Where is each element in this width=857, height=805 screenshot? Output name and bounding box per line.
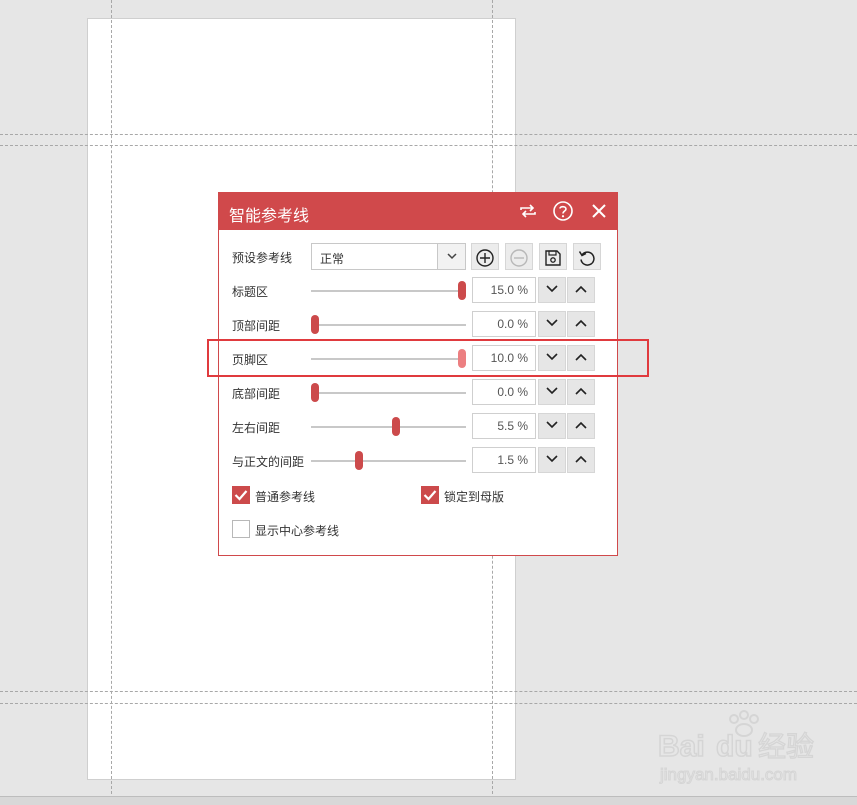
guide-title-top [0,134,857,135]
decrement-button[interactable] [538,311,566,337]
checkbox-icon[interactable] [232,486,250,504]
slider-thumb[interactable] [311,315,319,334]
normal-guides-checkbox[interactable]: 普通参考线 [232,486,342,506]
slider-thumb[interactable] [458,349,466,368]
increment-button[interactable] [567,345,595,371]
slider-track[interactable] [311,324,466,326]
slider-row-side-spacing: 左右间距 5.5 % [232,413,604,441]
close-icon[interactable] [588,200,610,222]
preset-selected: 正常 [320,252,345,266]
slider-label: 页脚区 [232,353,269,367]
increment-button[interactable] [567,311,595,337]
center-guides-checkbox[interactable]: 显示中心参考线 [232,520,362,540]
slider-thumb[interactable] [458,281,466,300]
svg-text:jingyan.baidu.com: jingyan.baidu.com [659,765,797,784]
slider-label: 顶部间距 [232,319,281,333]
svg-text:Bai: Bai [658,730,705,763]
decrement-button[interactable] [538,447,566,473]
increment-button[interactable] [567,277,595,303]
increment-button[interactable] [567,379,595,405]
value-input[interactable]: 5.5 % [472,413,536,439]
checkbox-label: 显示中心参考线 [255,524,340,538]
slider-thumb[interactable] [391,417,400,436]
guide-title-bottom [0,145,857,146]
slider-label: 标题区 [232,285,269,299]
svg-text:du: du [716,730,753,763]
slider-label: 底部间距 [232,387,281,401]
slider-row-footer-area: 页脚区 10.0 % [232,345,604,373]
preset-label: 预设参考线 [232,251,293,265]
slider-row-body-spacing: 与正文的间距 1.5 % [232,447,604,475]
slider-thumb[interactable] [355,451,364,470]
decrement-button[interactable] [538,379,566,405]
slider-track[interactable] [311,426,466,428]
checkbox-label: 普通参考线 [255,490,316,504]
decrement-button[interactable] [538,413,566,439]
preset-row: 预设参考线 正常 [232,243,604,271]
preset-dropdown[interactable]: 正常 [311,243,466,270]
checkbox-icon[interactable] [421,486,439,504]
smart-guides-dialog: 智能参考线 预设参考线 正常 标题区 15.0 % 顶部间距 0.0 % 页脚区… [218,192,618,556]
dialog-title: 智能参考线 [229,208,310,225]
slider-track[interactable] [311,358,466,360]
value-input[interactable]: 0.0 % [472,379,536,405]
checkbox-icon[interactable] [232,520,250,538]
decrement-button[interactable] [538,277,566,303]
checkbox-label: 锁定到母版 [444,490,505,504]
help-icon[interactable] [552,200,574,222]
sync-icon[interactable] [517,200,539,222]
dialog-titlebar: 智能参考线 [219,193,617,230]
slider-track[interactable] [311,290,466,292]
value-input[interactable]: 0.0 % [472,311,536,337]
remove-preset-button[interactable] [505,243,533,270]
value-input[interactable]: 15.0 % [472,277,536,303]
add-preset-button[interactable] [471,243,499,270]
save-icon[interactable] [539,243,567,270]
svg-text:经验: 经验 [758,730,814,763]
baidu-watermark-logo: Bai du 经验 jingyan.baidu.com [658,710,815,785]
slider-label: 左右间距 [232,421,281,435]
guide-left [111,0,112,804]
value-input[interactable]: 1.5 % [472,447,536,473]
slider-row-title-area: 标题区 15.0 % [232,277,604,305]
increment-button[interactable] [567,413,595,439]
lock-master-checkbox[interactable]: 锁定到母版 [421,486,531,506]
slider-label: 与正文的间距 [232,455,305,469]
value-input[interactable]: 10.0 % [472,345,536,371]
slider-track[interactable] [311,460,466,462]
guide-footer-bottom [0,703,857,704]
increment-button[interactable] [567,447,595,473]
chevron-down-icon[interactable] [437,244,465,269]
reset-icon[interactable] [573,243,601,270]
guide-footer-top [0,691,857,692]
slider-row-bottom-spacing: 底部间距 0.0 % [232,379,604,407]
slider-row-top-spacing: 顶部间距 0.0 % [232,311,604,339]
slider-track[interactable] [311,392,466,394]
slider-thumb[interactable] [311,383,319,402]
decrement-button[interactable] [538,345,566,371]
